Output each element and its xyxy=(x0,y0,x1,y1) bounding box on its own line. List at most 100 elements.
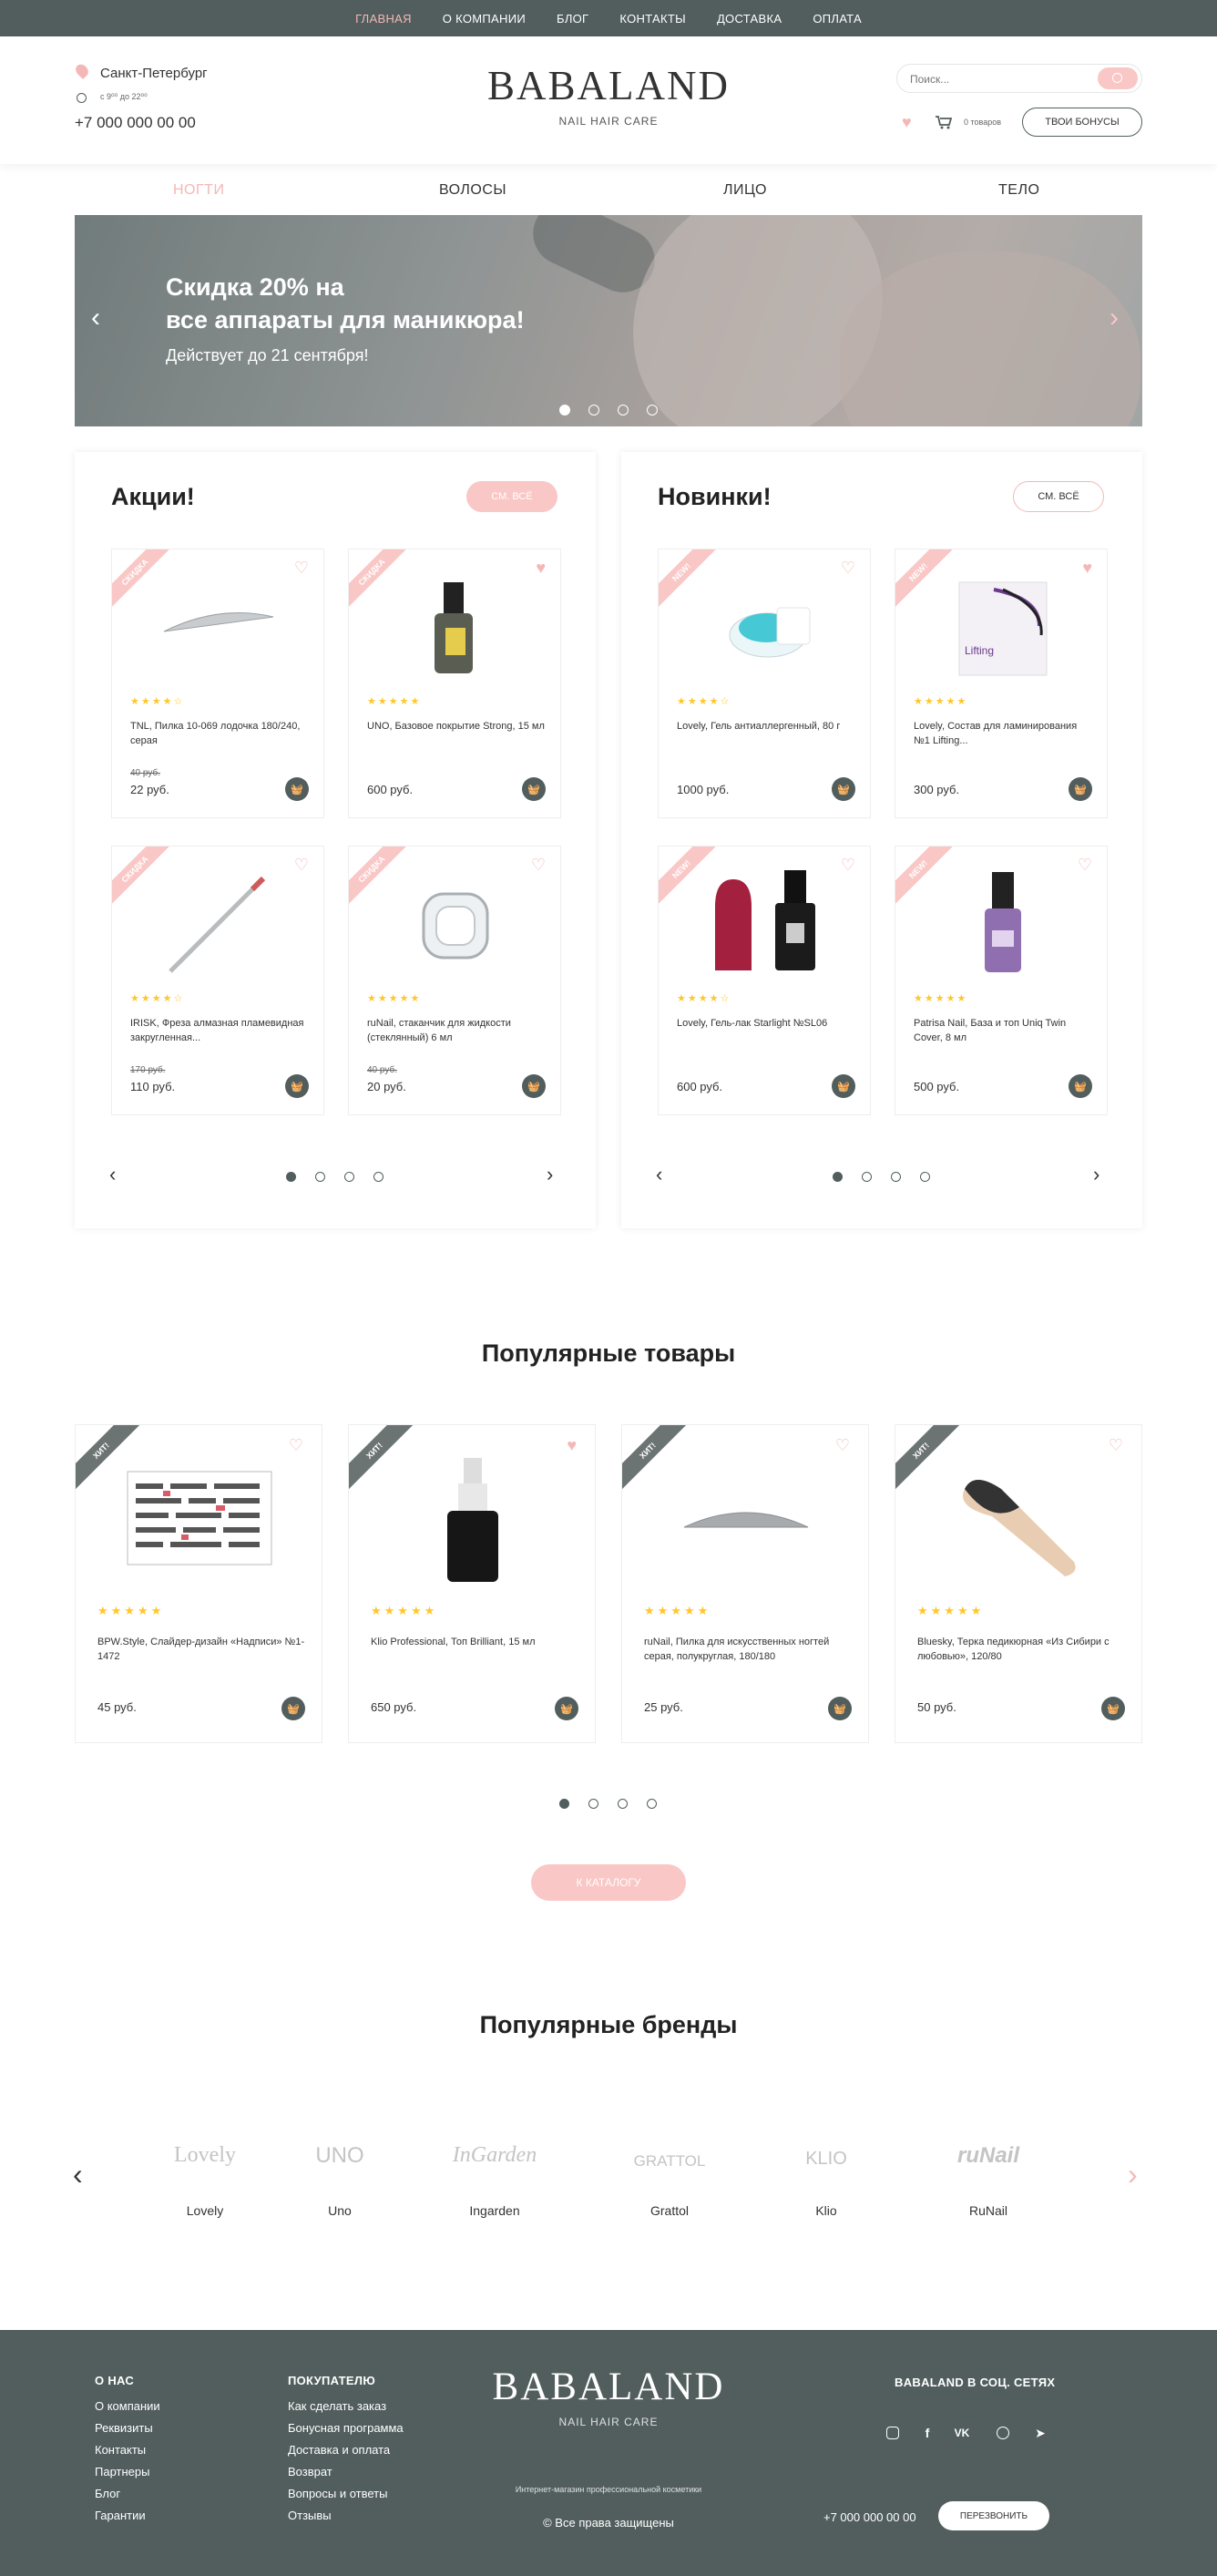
brand-name-klio[interactable]: Klio xyxy=(758,2203,895,2218)
product-card[interactable]: СКИДКА ♡ ★★★★☆ IRISK, Фреза алмазная пла… xyxy=(111,846,324,1115)
add-to-cart-button[interactable]: 🧺 xyxy=(1069,777,1092,801)
sale-next-arrow-icon[interactable]: › xyxy=(547,1163,553,1186)
instagram-icon[interactable] xyxy=(884,2424,902,2442)
brands-prev-arrow-icon[interactable]: ‹ xyxy=(73,2158,83,2191)
new-prev-arrow-icon[interactable]: ‹ xyxy=(656,1163,662,1186)
favorite-heart-icon[interactable]: ♡ xyxy=(841,559,855,578)
search-input[interactable] xyxy=(910,71,1083,87)
footer-link[interactable]: Контакты xyxy=(95,2439,146,2461)
banner-prev-arrow-icon[interactable]: ‹ xyxy=(91,303,100,334)
add-to-cart-button[interactable]: 🧺 xyxy=(555,1697,578,1720)
popular-product-card[interactable]: ХИТ! ♡ ★★★★★ BPW.Style, Слайдер-дизайн «… xyxy=(75,1424,322,1743)
favorite-heart-icon[interactable]: ♡ xyxy=(835,1436,850,1455)
footer-logo[interactable]: BABALAND xyxy=(426,2365,791,2409)
footer-link[interactable]: Доставка и оплата xyxy=(288,2439,390,2461)
footer-link[interactable]: Возврат xyxy=(288,2461,332,2483)
favorites-heart-icon[interactable]: ♥ xyxy=(902,113,912,132)
add-to-cart-button[interactable]: 🧺 xyxy=(285,1074,309,1098)
brand-logo-ingarden[interactable]: InGarden xyxy=(426,2143,563,2168)
popular-product-card[interactable]: ХИТ! ♡ ★★★★★ ruNail, Пилка для искусстве… xyxy=(621,1424,869,1743)
popular-dot-1[interactable] xyxy=(559,1799,569,1809)
product-name[interactable]: Lovely, Состав для ламинирования №1 Lift… xyxy=(914,719,1092,748)
add-to-cart-button[interactable]: 🧺 xyxy=(285,777,309,801)
footer-link[interactable]: Реквизиты xyxy=(95,2417,153,2439)
city-label[interactable]: Санкт-Петербург xyxy=(100,66,208,81)
product-card[interactable]: NEW! ♡ ★★★★☆ Lovely, Гель антиаллергенны… xyxy=(658,549,871,818)
new-dot-3[interactable] xyxy=(891,1172,901,1182)
favorite-heart-icon[interactable]: ♡ xyxy=(1078,856,1092,875)
product-card[interactable]: NEW! ♡ ★★★★★ Patrisa Nail, База и топ Un… xyxy=(895,846,1108,1115)
brand-logo-uno[interactable]: UNO xyxy=(271,2143,408,2169)
add-to-cart-button[interactable]: 🧺 xyxy=(281,1697,305,1720)
site-logo[interactable]: BABALAND xyxy=(426,62,791,109)
callback-button[interactable]: ПЕРЕЗВОНИТЬ xyxy=(938,2501,1049,2530)
new-see-all-button[interactable]: СМ. ВСЁ xyxy=(1013,481,1104,512)
facebook-icon[interactable]: f xyxy=(918,2424,936,2442)
product-card[interactable]: СКИДКА ♡ ★★★★☆ TNL, Пилка 10-069 лодочка… xyxy=(111,549,324,818)
vk-icon[interactable]: VK xyxy=(953,2424,971,2442)
new-dot-2[interactable] xyxy=(862,1172,872,1182)
favorite-heart-icon[interactable]: ♡ xyxy=(294,856,309,875)
favorite-heart-icon[interactable]: ♡ xyxy=(841,856,855,875)
product-card[interactable]: СКИДКА ♥ ★★★★★ UNO, Базовое покрытие Str… xyxy=(348,549,561,818)
nav-link-delivery[interactable]: ДОСТАВКА xyxy=(717,12,782,26)
bonus-button[interactable]: ТВОИ БОНУСЫ xyxy=(1022,108,1142,137)
product-card[interactable]: NEW! ♡ ★★★★☆ Lovely, Гель-лак Starlight … xyxy=(658,846,871,1115)
nav-link-about[interactable]: О КОМПАНИИ xyxy=(443,12,526,26)
product-name[interactable]: Bluesky, Терка педикюрная «Из Сибири с л… xyxy=(917,1635,1127,1664)
footer-link[interactable]: О компании xyxy=(95,2396,160,2417)
sale-prev-arrow-icon[interactable]: ‹ xyxy=(109,1163,116,1186)
brand-name-ingarden[interactable]: Ingarden xyxy=(426,2203,563,2218)
footer-link[interactable]: Гарантии xyxy=(95,2505,146,2527)
new-dot-4[interactable] xyxy=(920,1172,930,1182)
product-name[interactable]: Patrisa Nail, База и топ Uniq Twin Cover… xyxy=(914,1016,1092,1045)
category-hair[interactable]: ВОЛОСЫ xyxy=(439,182,506,199)
favorite-heart-icon[interactable]: ♡ xyxy=(1109,1436,1123,1455)
popular-product-card[interactable]: ХИТ! ♡ ★★★★★ Bluesky, Терка педикюрная «… xyxy=(895,1424,1142,1743)
category-body[interactable]: ТЕЛО xyxy=(998,182,1039,199)
brand-logo-klio[interactable]: KLIO xyxy=(758,2149,895,2170)
favorite-heart-icon[interactable]: ♥ xyxy=(1082,559,1092,578)
product-name[interactable]: Lovely, Гель антиаллергенный, 80 г xyxy=(677,719,855,734)
add-to-cart-button[interactable]: 🧺 xyxy=(828,1697,852,1720)
banner-dot-1[interactable] xyxy=(559,405,570,416)
brand-logo-runail[interactable]: ruNail xyxy=(920,2143,1057,2169)
brands-next-arrow-icon[interactable]: › xyxy=(1128,2158,1138,2191)
catalog-button[interactable]: К КАТАЛОГУ xyxy=(531,1864,686,1901)
new-next-arrow-icon[interactable]: › xyxy=(1093,1163,1099,1186)
add-to-cart-button[interactable]: 🧺 xyxy=(1069,1074,1092,1098)
brand-name-grattol[interactable]: Grattol xyxy=(601,2203,738,2218)
product-name[interactable]: Klio Professional, Топ Brilliant, 15 мл xyxy=(371,1635,580,1649)
brand-logo-lovely[interactable]: Lovely xyxy=(137,2143,273,2168)
favorite-heart-icon[interactable]: ♡ xyxy=(294,559,309,578)
product-name[interactable]: UNO, Базовое покрытие Strong, 15 мл xyxy=(367,719,546,734)
popular-dot-4[interactable] xyxy=(647,1799,657,1809)
sale-dot-1[interactable] xyxy=(286,1172,296,1182)
brand-name-uno[interactable]: Uno xyxy=(271,2203,408,2218)
nav-link-contacts[interactable]: КОНТАКТЫ xyxy=(619,12,686,26)
add-to-cart-button[interactable]: 🧺 xyxy=(522,777,546,801)
banner-dot-2[interactable] xyxy=(588,405,599,416)
banner-next-arrow-icon[interactable]: › xyxy=(1110,303,1119,334)
sale-dot-3[interactable] xyxy=(344,1172,354,1182)
product-name[interactable]: ruNail, стаканчик для жидкости (стеклянн… xyxy=(367,1016,546,1045)
footer-link[interactable]: Бонусная программа xyxy=(288,2417,404,2439)
category-nails[interactable]: НОГТИ xyxy=(173,182,224,199)
banner-dot-3[interactable] xyxy=(618,405,629,416)
product-name[interactable]: IRISK, Фреза алмазная пламевидная закруг… xyxy=(130,1016,309,1045)
product-card[interactable]: NEW! ♥ Lifting ★★★★★ Lovely, Состав для … xyxy=(895,549,1108,818)
nav-link-blog[interactable]: БЛОГ xyxy=(557,12,588,26)
nav-link-payment[interactable]: ОПЛАТА xyxy=(813,12,862,26)
popular-product-card[interactable]: ХИТ! ♥ ★★★★★ Klio Professional, Топ Bril… xyxy=(348,1424,596,1743)
sale-dot-2[interactable] xyxy=(315,1172,325,1182)
footer-link[interactable]: Как сделать заказ xyxy=(288,2396,386,2417)
favorite-heart-icon[interactable]: ♡ xyxy=(289,1436,303,1455)
add-to-cart-button[interactable]: 🧺 xyxy=(1101,1697,1125,1720)
telegram-icon[interactable]: ➤ xyxy=(1031,2424,1049,2442)
footer-phone[interactable]: +7 000 000 00 00 xyxy=(823,2510,916,2524)
favorite-heart-icon[interactable]: ♥ xyxy=(536,559,546,578)
footer-link[interactable]: Отзывы xyxy=(288,2505,332,2527)
product-name[interactable]: Lovely, Гель-лак Starlight №SL06 xyxy=(677,1016,855,1031)
whatsapp-icon[interactable] xyxy=(994,2424,1012,2442)
add-to-cart-button[interactable]: 🧺 xyxy=(832,1074,855,1098)
